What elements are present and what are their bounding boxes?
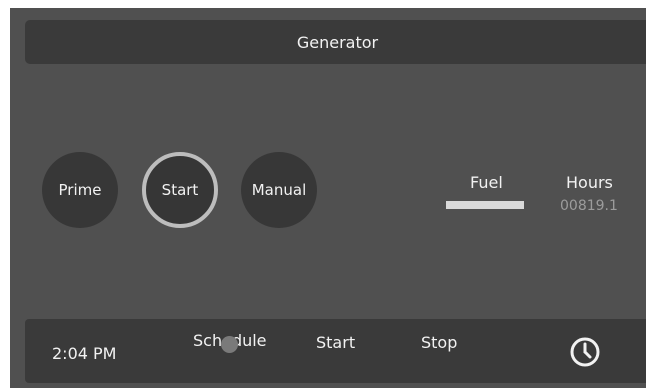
generator-screen: Generator Prime Start Manual Fuel Hours … xyxy=(10,8,646,388)
page-title: Generator xyxy=(296,32,379,52)
hours-label: Hours xyxy=(566,173,613,192)
clock-icon[interactable] xyxy=(568,335,602,369)
start-mode-button-label: Start xyxy=(161,181,199,199)
clock-icon-graphic xyxy=(570,337,600,367)
start-button[interactable]: Start xyxy=(316,333,355,352)
manual-button[interactable]: Manual xyxy=(241,152,317,228)
title-bar: Generator xyxy=(25,20,646,64)
fuel-label: Fuel xyxy=(470,173,503,192)
clock-time: 2:04 PM xyxy=(52,344,117,363)
manual-button-label: Manual xyxy=(251,181,307,199)
stop-button[interactable]: Stop xyxy=(421,333,457,352)
hours-value: 00819.1 xyxy=(560,198,618,214)
page-indicator-dot xyxy=(221,336,238,353)
prime-button[interactable]: Prime xyxy=(42,152,118,228)
prime-button-label: Prime xyxy=(58,181,102,199)
start-mode-button[interactable]: Start xyxy=(142,152,218,228)
fuel-gauge xyxy=(446,201,524,209)
fuel-gauge-fill xyxy=(446,201,524,209)
